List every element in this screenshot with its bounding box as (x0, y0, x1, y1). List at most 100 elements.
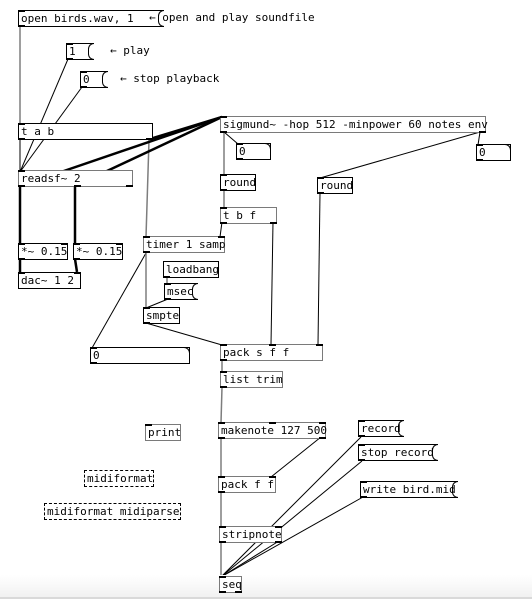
dac-object[interactable]: dac~ 1 2 (18, 272, 81, 289)
print-object[interactable]: print (145, 424, 181, 441)
inlet (18, 123, 25, 125)
timer-object[interactable]: timer 1 samp (143, 236, 225, 253)
sigmund-object[interactable]: sigmund~ -hop 512 -minpower 60 notes env (220, 116, 488, 133)
round-notes-label: round (223, 176, 257, 189)
pack-f-f-object[interactable]: pack f f (218, 476, 276, 493)
outlet (319, 437, 326, 439)
timer-output-number[interactable]: 0 (90, 347, 190, 364)
print-label: print (148, 426, 182, 439)
outlet (220, 131, 227, 133)
write-midi-message[interactable]: write bird.mid (360, 481, 458, 498)
makenote-label: makenote 127 500 (221, 424, 327, 437)
inlet (360, 481, 367, 483)
wire-round-env-to-pack (317, 192, 321, 346)
window-bottom-fade (0, 575, 532, 597)
stop-record-message[interactable]: stop record (358, 444, 438, 461)
inlet (90, 347, 97, 349)
open-soundfile-message[interactable]: open birds.wav, 1 (18, 10, 164, 27)
sigmund-notes-number[interactable]: 0 (236, 143, 271, 160)
timer-output-value: 0 (93, 349, 100, 362)
signal-tab-to-sigmund (149, 115, 223, 141)
wire-makenote-to-pack (270, 436, 322, 478)
inlet (358, 444, 365, 446)
seq-label: seq (222, 578, 242, 591)
wire-smpte-to-pack (145, 322, 223, 346)
round-notes-object[interactable]: round (220, 174, 256, 191)
outlet (220, 386, 227, 388)
msec-message-label: msec (167, 285, 194, 298)
signal-mul-right-to-dac (73, 258, 79, 273)
outlet (18, 185, 25, 187)
seq-object[interactable]: seq (219, 576, 242, 593)
sigmund-env-number[interactable]: 0 (476, 144, 511, 161)
outlet (163, 276, 170, 278)
outlet (235, 591, 242, 593)
stop-message[interactable]: 0 (80, 71, 108, 88)
outlet (80, 86, 87, 88)
outlet (220, 359, 227, 361)
wire-sigmund-env-to-round (319, 131, 481, 179)
trigger-b-f-object[interactable]: t b f (220, 207, 277, 224)
inlet (269, 422, 276, 424)
trigger-a-b-label: t a b (21, 125, 55, 138)
outlet (18, 138, 25, 140)
play-message[interactable]: 1 (66, 43, 94, 60)
stripnote-label: stripnote (222, 528, 282, 541)
smpte-object[interactable]: smpte (143, 307, 180, 324)
outlet (275, 541, 282, 543)
outlet (358, 459, 365, 461)
inlet (269, 344, 276, 346)
inlet (18, 272, 25, 274)
comment-open-play: ← open and play soundfile (149, 11, 315, 24)
inlet (220, 174, 227, 176)
inlet (236, 143, 243, 145)
multiply-right-object[interactable]: *~ 0.15 (73, 243, 123, 260)
list-trim-object[interactable]: list trim (220, 371, 283, 388)
inlet (319, 422, 326, 424)
record-message-label: record (361, 422, 401, 435)
readsf-object[interactable]: readsf~ 2 (18, 170, 133, 187)
inlet (358, 420, 365, 422)
round-env-label: round (320, 179, 354, 192)
outlet (358, 435, 365, 437)
loadbang-object[interactable]: loadbang (163, 261, 219, 278)
outlet (18, 25, 25, 27)
pack-s-f-f-object[interactable]: pack s f f (220, 344, 323, 361)
wire-tab-to-timer (145, 139, 150, 238)
inlet (218, 476, 225, 478)
outlet (73, 258, 80, 260)
outlet (74, 185, 81, 187)
makenote-object[interactable]: makenote 127 500 (218, 422, 327, 439)
trigger-a-b-object[interactable]: t a b (18, 123, 153, 140)
write-midi-message-label: write bird.mid (363, 483, 456, 496)
inlet (18, 243, 25, 245)
inlet (80, 71, 87, 73)
inlet (316, 344, 323, 346)
outlet (479, 131, 486, 133)
multiply-left-object[interactable]: *~ 0.15 (18, 243, 68, 260)
round-env-object[interactable]: round (317, 177, 353, 194)
msec-message[interactable]: msec (164, 283, 198, 300)
pd-patch-canvas[interactable]: open birds.wav, 1 ← open and play soundf… (0, 0, 532, 599)
inlet (219, 526, 226, 528)
inlet (18, 170, 25, 172)
inlet (164, 283, 171, 285)
inlet (143, 307, 150, 309)
loadbang-label: loadbang (166, 263, 219, 276)
midiformat-midiparse-object-broken[interactable]: midiformat midiparse (44, 503, 181, 520)
record-message[interactable]: record (358, 420, 404, 437)
midiformat-object-broken[interactable]: midiformat (84, 470, 154, 487)
timer-label: timer 1 samp (146, 238, 226, 251)
stop-message-label: 0 (83, 73, 90, 86)
play-message-label: 1 (69, 45, 76, 58)
stop-record-message-label: stop record (361, 446, 434, 459)
outlet (218, 437, 225, 439)
outlet (143, 251, 150, 253)
outlet (66, 58, 73, 60)
inlet (275, 526, 282, 528)
outlet (143, 322, 150, 324)
outlet (360, 496, 367, 498)
stripnote-object[interactable]: stripnote (219, 526, 282, 543)
comment-stop: ← stop playback (120, 72, 220, 85)
outlet (220, 222, 227, 224)
